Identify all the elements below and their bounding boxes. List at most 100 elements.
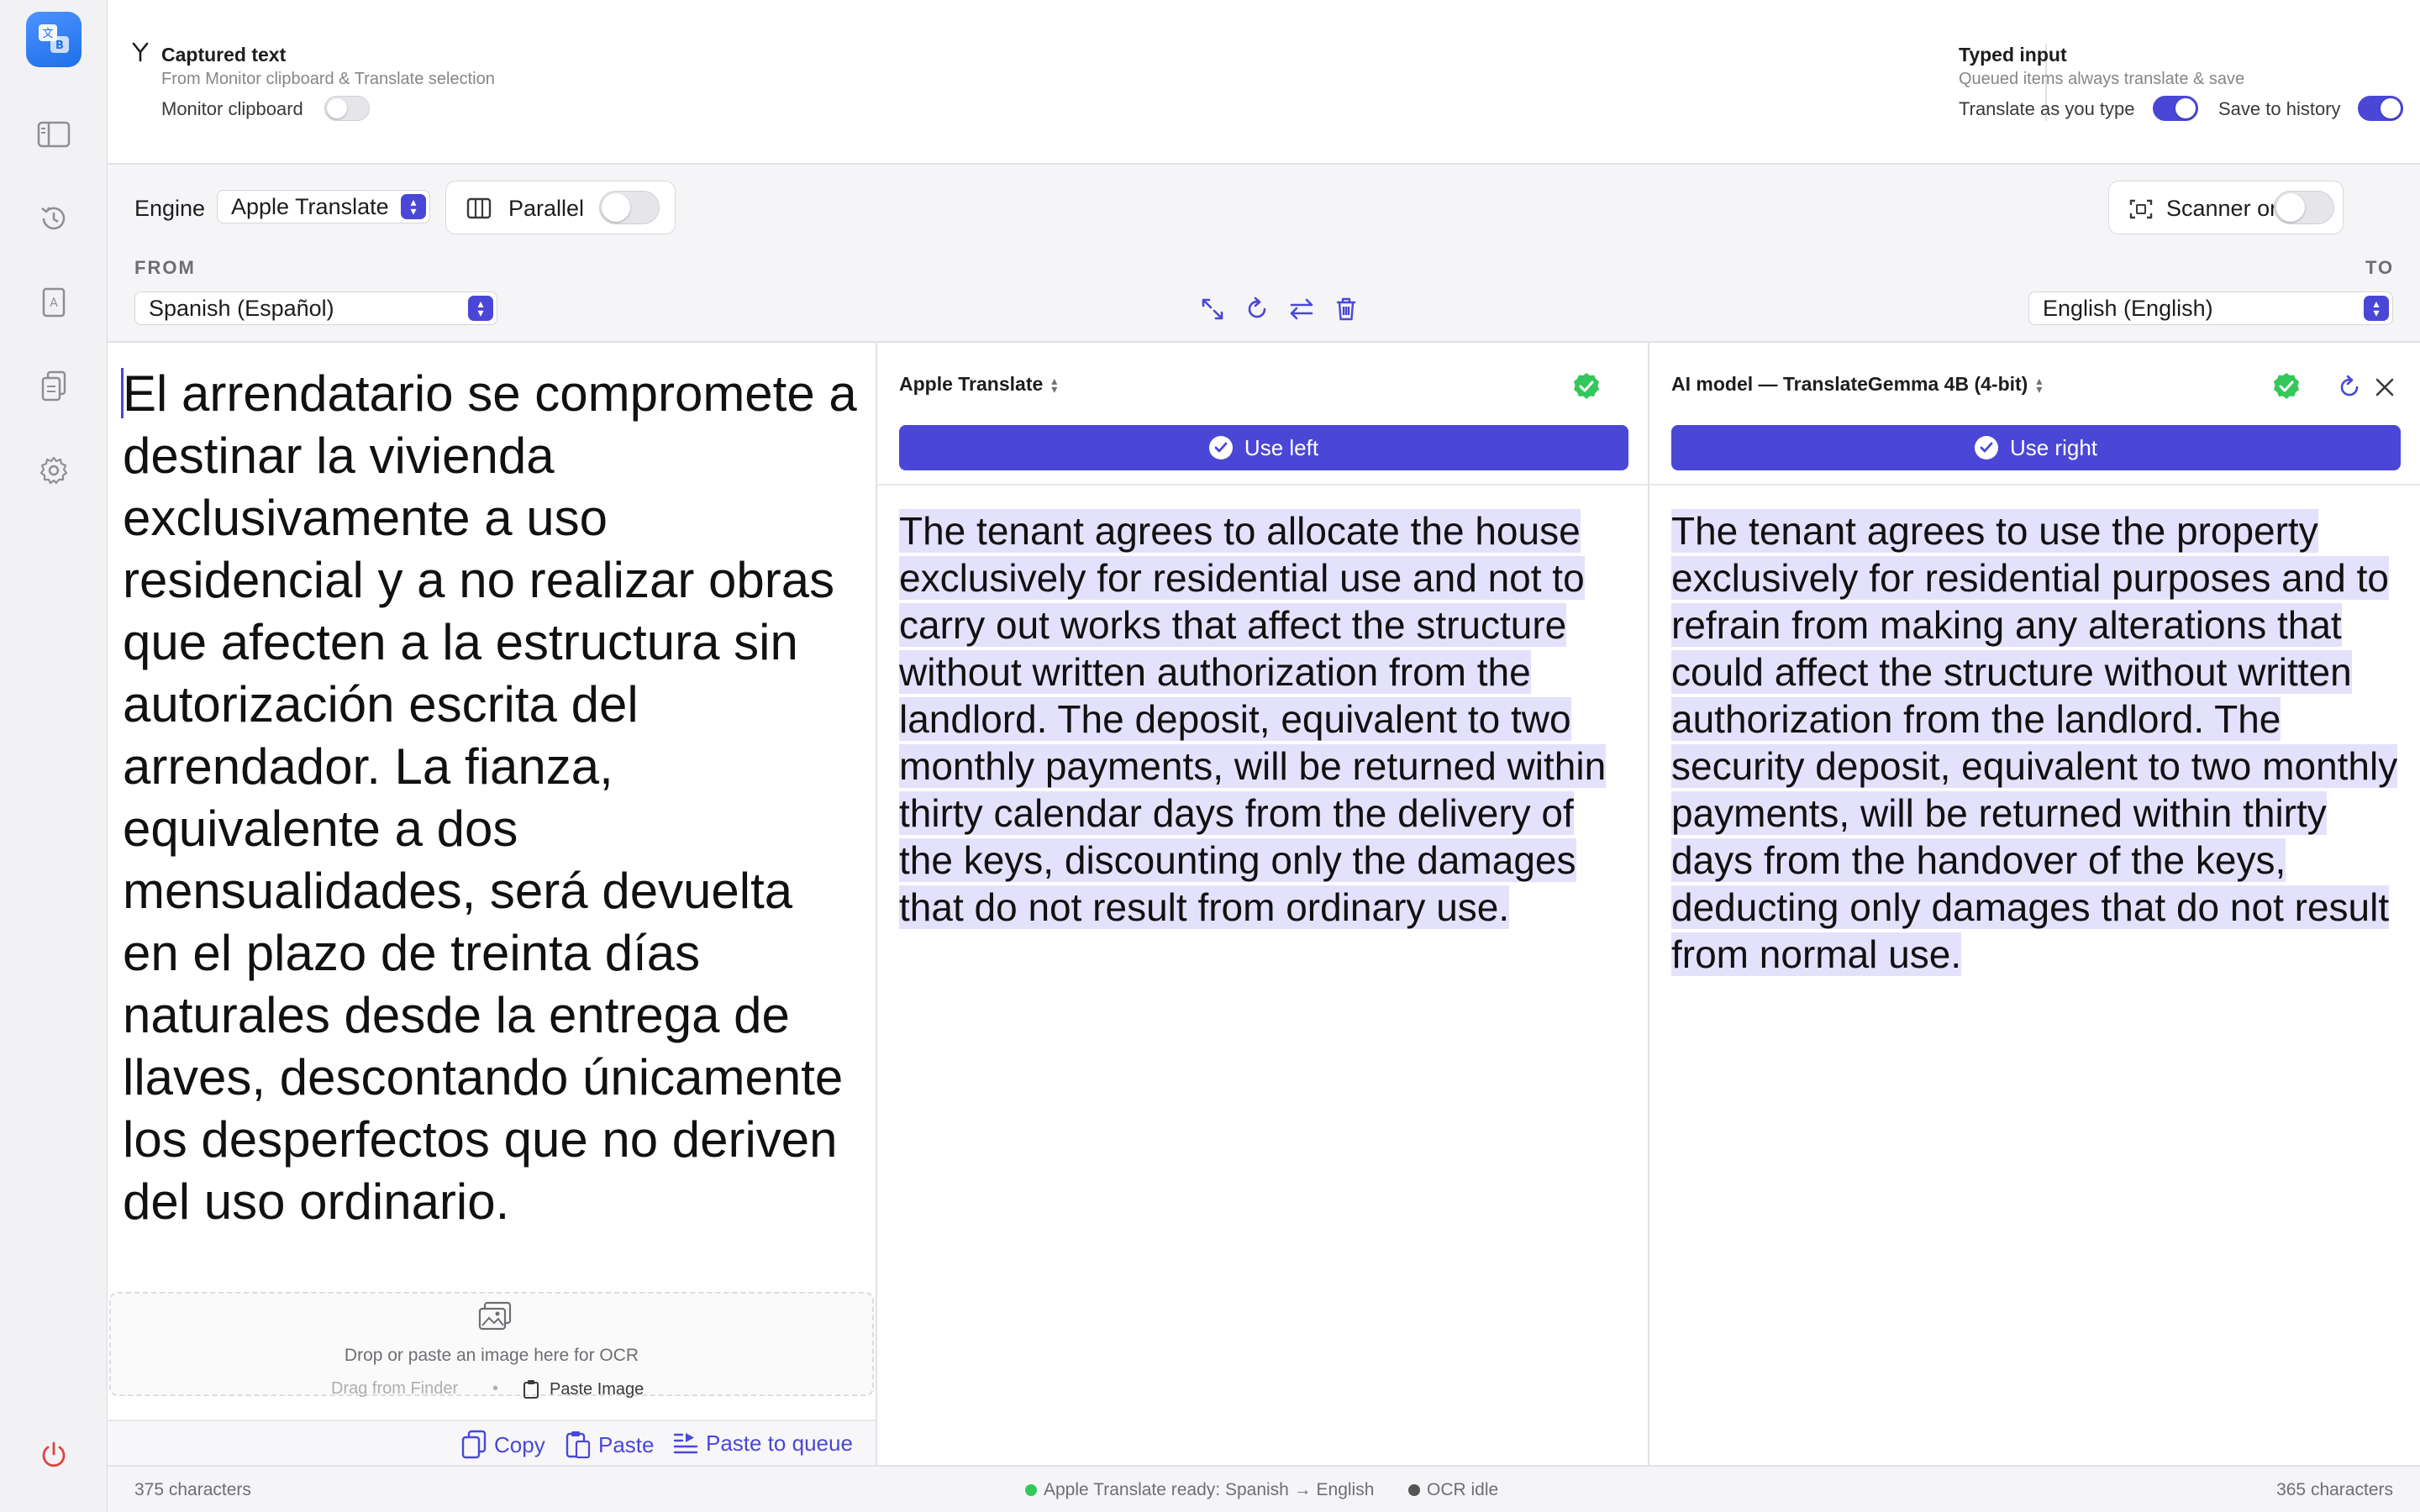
translate-logo-icon: 文 B (39, 24, 69, 53)
monitor-clipboard-toggle[interactable] (324, 96, 370, 121)
ocr-separator: • (492, 1379, 499, 1398)
ocr-idle-dot (1408, 1484, 1420, 1496)
left-verified-badge-icon (1574, 373, 1599, 399)
to-label: TO (2365, 257, 2395, 278)
translate-as-you-type-toggle[interactable] (2153, 96, 2198, 121)
right-engine-name: AI model — TranslateGemma 4B (4-bit) (1671, 373, 2028, 395)
captured-text-title: Captured text (161, 44, 287, 66)
paste-to-queue-label: Paste to queue (706, 1430, 853, 1456)
engine-ready-dot (1025, 1484, 1037, 1496)
close-icon[interactable] (2374, 376, 2396, 398)
source-panel: El arrendatario se compromete a destinar… (108, 343, 877, 1467)
left-result-header: Apple Translate ▴ ▾ Use left (877, 343, 1648, 486)
trash-icon[interactable] (1329, 292, 1363, 326)
refresh-icon[interactable] (1240, 292, 1274, 326)
expand-icon[interactable] (1196, 292, 1229, 326)
from-label: FROM (134, 257, 196, 278)
paste-image-button[interactable]: Paste Image (523, 1379, 644, 1399)
queue-list-icon (673, 1433, 698, 1454)
typed-input-subtitle: Queued items always translate & save (1959, 70, 2245, 88)
use-right-button[interactable]: Use right (1671, 425, 2401, 470)
ocr-status: OCR idle (1408, 1480, 1498, 1500)
copy-icon (461, 1430, 487, 1459)
left-result-panel: Apple Translate ▴ ▾ Use left The tenant a… (877, 343, 1649, 1465)
engine-stepper-icon: ▴ ▾ (401, 194, 426, 219)
sidebar-toggle-icon[interactable] (34, 114, 74, 155)
svg-text:A: A (50, 297, 58, 310)
target-language-select[interactable]: English (English) ▴ ▾ (2028, 291, 2393, 325)
left-translation-selection: The tenant agrees to allocate the house … (899, 509, 1607, 929)
paste-label: Paste (598, 1431, 655, 1457)
left-engine-selector[interactable]: Apple Translate ▴ ▾ (899, 373, 1057, 396)
right-result-header: AI model — TranslateGemma 4B (4-bit) ▴ ▾ … (1649, 343, 2420, 486)
scanner-icon (2129, 199, 2153, 219)
use-right-label: Use right (2009, 434, 2098, 460)
drag-from-finder-label: Drag from Finder (331, 1379, 459, 1398)
scanner-only-control: Scanner only (2108, 181, 2344, 234)
power-icon[interactable] (34, 1435, 74, 1475)
swap-languages-icon[interactable] (1285, 292, 1318, 326)
source-language-stepper-icon: ▴ ▾ (468, 296, 493, 321)
copy-label: Copy (494, 1431, 545, 1457)
source-language-select[interactable]: Spanish (Español) ▴ ▾ (134, 291, 497, 325)
copy-button[interactable]: Copy (460, 1430, 545, 1460)
right-translation-text[interactable]: The tenant agrees to use the property ex… (1671, 507, 2411, 978)
capture-bar: Captured text From Monitor clipboard & T… (108, 0, 2420, 165)
paste-image-label: Paste Image (550, 1379, 644, 1399)
source-actions-bar: Copy Paste Paste to queue (108, 1420, 876, 1467)
left-translation-text[interactable]: The tenant agrees to allocate the house … (899, 507, 1630, 931)
dictionary-icon[interactable]: A (34, 282, 74, 323)
left-engine-chevron-icon: ▴ ▾ (1051, 373, 1058, 396)
paste-icon (566, 1431, 591, 1459)
settings-gear-icon[interactable] (34, 450, 74, 491)
capture-merge-icon (132, 42, 149, 62)
source-text-input[interactable]: El arrendatario se compromete a destinar… (123, 363, 862, 1233)
use-left-label: Use left (1244, 434, 1319, 460)
engine-select-value: Apple Translate (231, 194, 389, 219)
app-logo[interactable]: 文 B (26, 12, 82, 67)
clipboard-icon (523, 1380, 539, 1399)
left-engine-name: Apple Translate (899, 373, 1044, 395)
right-engine-chevron-icon: ▴ ▾ (2036, 373, 2043, 396)
right-result-panel: AI model — TranslateGemma 4B (4-bit) ▴ ▾ … (1649, 343, 2420, 1465)
typed-input-title: Typed input (1959, 44, 2067, 66)
sidebar: 文 B A (0, 0, 108, 1512)
engine-status-text: Apple Translate ready: Spanish → English (1044, 1480, 1375, 1499)
parallel-toggle[interactable] (599, 191, 660, 224)
ocr-drop-label: Drop or paste an image here for OCR (344, 1346, 639, 1365)
toolbar: Engine Apple Translate ▴ ▾ Parallel Scann… (108, 165, 2420, 343)
svg-text:B: B (55, 39, 64, 52)
parallel-label: Parallel (508, 196, 585, 221)
scanner-only-toggle[interactable] (2274, 191, 2334, 224)
svg-text:文: 文 (42, 28, 53, 40)
columns-icon (466, 197, 492, 219)
save-to-history-toggle[interactable] (2358, 96, 2403, 121)
paste-to-queue-button[interactable]: Paste to queue (672, 1430, 853, 1457)
target-language-stepper-icon: ▴ ▾ (2364, 296, 2389, 321)
documents-icon[interactable] (34, 366, 74, 407)
history-icon[interactable] (34, 198, 74, 239)
target-language-value: English (English) (2043, 296, 2213, 321)
monitor-clipboard-label: Monitor clipboard (161, 98, 303, 119)
photos-icon (478, 1301, 512, 1331)
engine-status: Apple Translate ready: Spanish → English (1025, 1480, 1374, 1500)
ocr-drop-zone[interactable]: Drop or paste an image here for OCR Drag… (109, 1292, 874, 1399)
engine-select[interactable]: Apple Translate ▴ ▾ (217, 190, 430, 223)
right-engine-selector[interactable]: AI model — TranslateGemma 4B (4-bit) ▴ ▾ (1671, 373, 2042, 396)
engine-label: Engine (134, 196, 206, 221)
paste-button[interactable]: Paste (565, 1430, 655, 1460)
retranslate-icon[interactable] (2337, 375, 2362, 400)
ocr-status-text: OCR idle (1427, 1480, 1499, 1499)
right-translation-selection: The tenant agrees to use the property ex… (1671, 509, 2398, 976)
source-language-value: Spanish (Español) (149, 296, 334, 321)
right-verified-badge-icon (2274, 373, 2299, 399)
captured-text-subtitle: From Monitor clipboard & Translate selec… (161, 70, 495, 88)
translate-as-you-type-label: Translate as you type (1959, 98, 2135, 119)
parallel-control: Parallel (445, 181, 676, 234)
status-bar: 375 characters Apple Translate ready: Sp… (108, 1465, 2420, 1512)
use-left-button[interactable]: Use left (899, 425, 1628, 470)
use-left-check-icon (1208, 436, 1233, 459)
use-right-check-icon (1974, 436, 1998, 459)
save-to-history-label: Save to history (2218, 98, 2341, 119)
source-character-count: 375 characters (134, 1480, 251, 1499)
